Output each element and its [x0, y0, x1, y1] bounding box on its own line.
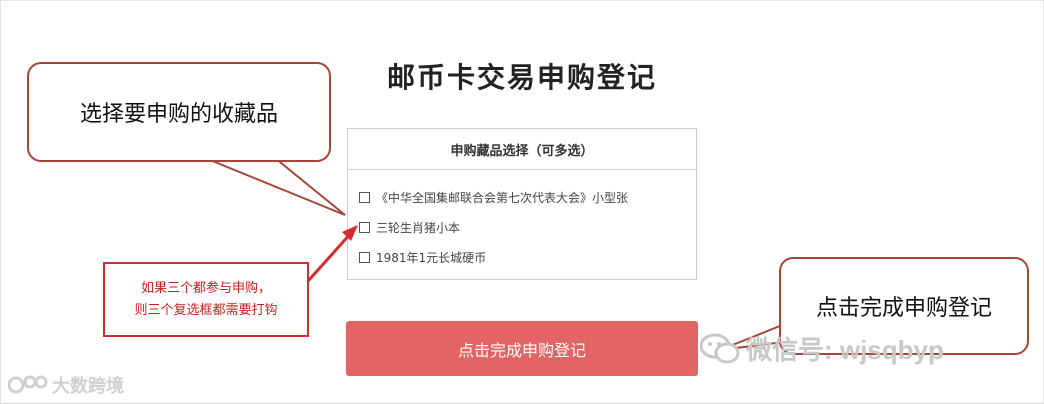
option-row-1[interactable]: 《中华全国集邮联合会第七次代表大会》小型张	[359, 189, 628, 206]
wechat-icon	[700, 333, 740, 363]
left-callout-bubble: 选择要申购的收藏品	[27, 62, 331, 162]
left-callout-text: 选择要申购的收藏品	[79, 102, 278, 127]
wechat-watermark: 微信号: wjsqbyp	[700, 330, 944, 367]
panel-header: 申购藏品选择（可多选）	[348, 129, 696, 170]
submit-button[interactable]: 点击完成申购登记	[346, 321, 698, 376]
option-row-2[interactable]: 三轮生肖猪小本	[359, 219, 460, 236]
option-row-3[interactable]: 1981年1元长城硬币	[359, 249, 486, 266]
option-label-2: 三轮生肖猪小本	[376, 221, 461, 235]
checkbox-2[interactable]	[359, 222, 370, 233]
right-callout-text: 点击完成申购登记	[815, 296, 992, 321]
note-line-1: 如果三个都参与申购，	[140, 280, 271, 296]
checkbox-1[interactable]	[359, 192, 370, 203]
option-label-3: 1981年1元长城硬币	[376, 251, 487, 265]
collectible-selection-panel: 申购藏品选择（可多选） 《中华全国集邮联合会第七次代表大会》小型张 三轮生肖猪小…	[347, 128, 697, 280]
logo-watermark-text: 大数跨境	[52, 376, 124, 397]
note-line-2: 则三个复选框都需要打钩	[134, 302, 278, 318]
multi-select-note: 如果三个都参与申购， 则三个复选框都需要打钩	[103, 262, 309, 337]
checkbox-3[interactable]	[359, 252, 370, 263]
option-label-1: 《中华全国集邮联合会第七次代表大会》小型张	[376, 191, 629, 205]
wechat-watermark-text: 微信号: wjsqbyp	[746, 335, 944, 365]
logo-watermark: 大数跨境	[8, 372, 124, 398]
logo-icon	[8, 375, 48, 394]
page-title: 邮币卡交易申购登记	[386, 61, 657, 94]
